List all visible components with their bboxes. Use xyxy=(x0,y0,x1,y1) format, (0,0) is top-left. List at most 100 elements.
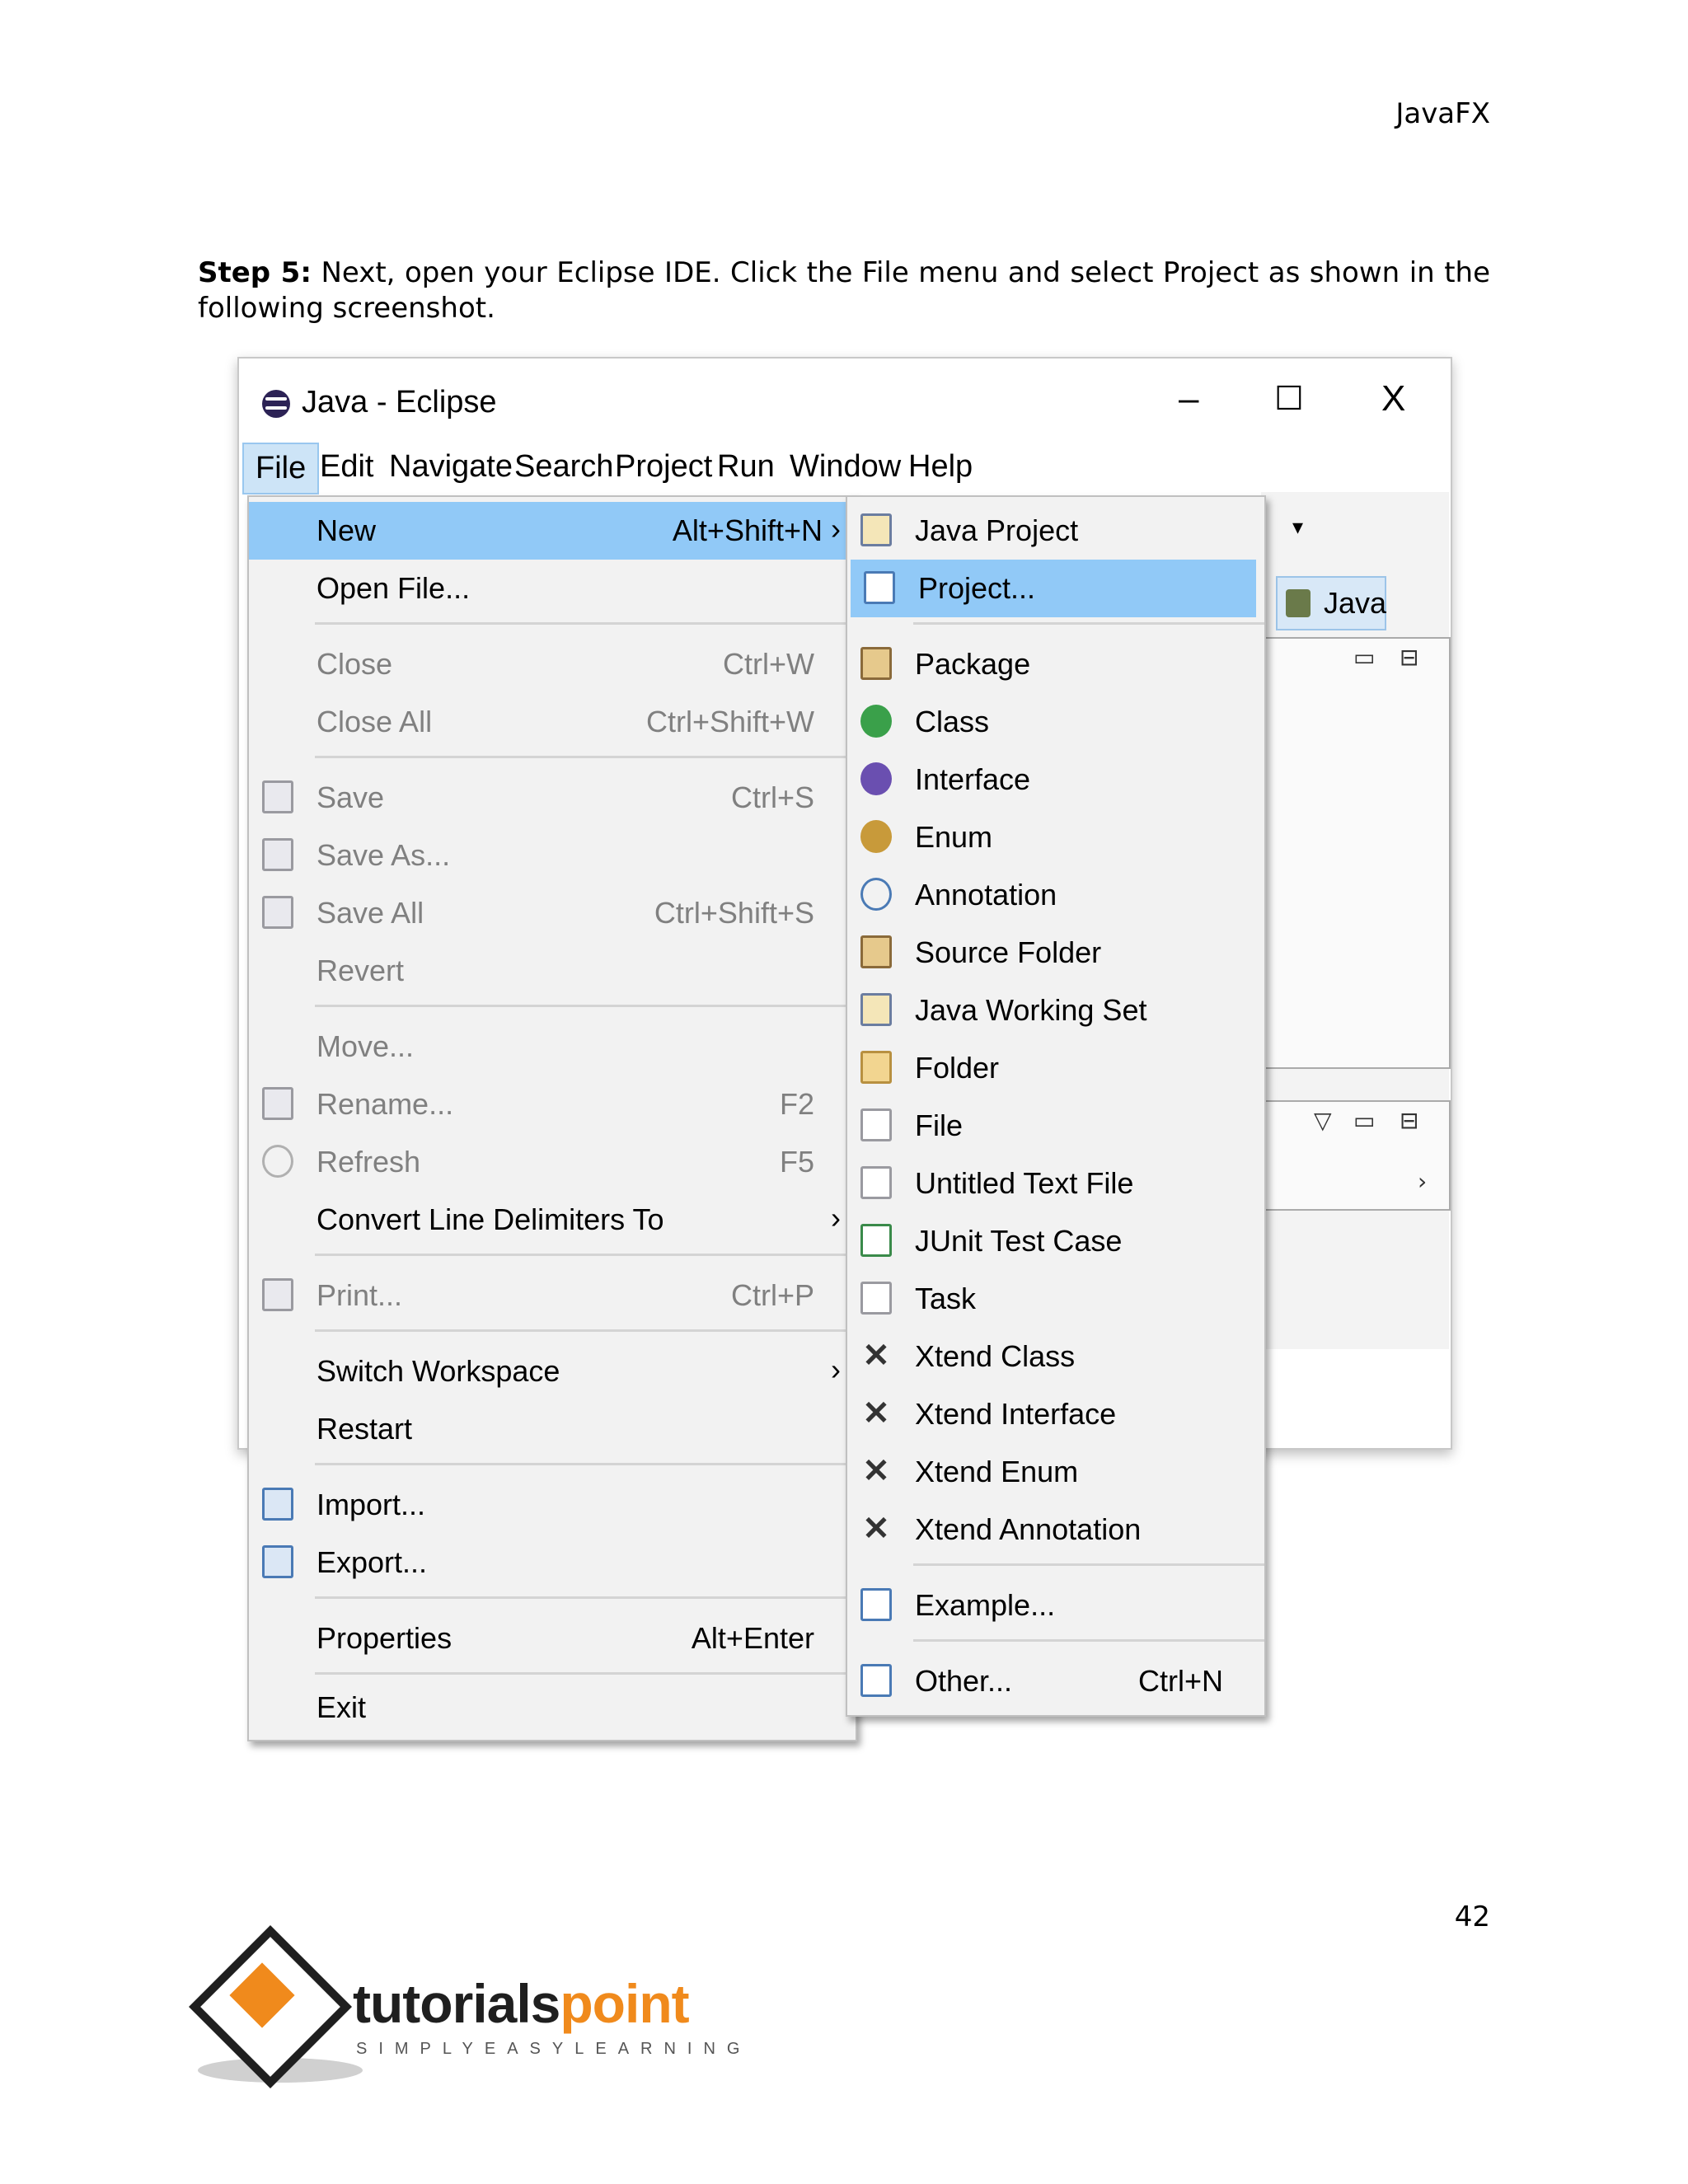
menu-bar: File Edit Navigate Search Project Run Wi… xyxy=(239,441,1451,494)
submenu-item-source-folder[interactable]: Source Folder xyxy=(847,924,1264,982)
menu-separator xyxy=(913,622,1264,625)
submenu-item-xtend-class[interactable]: ✕ Xtend Class xyxy=(847,1328,1264,1385)
view-menu-icon[interactable]: ▽ xyxy=(1314,1107,1332,1134)
menu-run[interactable]: Run xyxy=(717,449,775,485)
menu-item-label: Source Folder xyxy=(915,935,1102,969)
java-project-icon xyxy=(860,513,892,546)
xtend-icon: ✕ xyxy=(862,1453,890,1489)
maximize-button[interactable]: ☐ xyxy=(1274,378,1304,419)
close-button[interactable]: X xyxy=(1381,378,1405,419)
enum-icon xyxy=(860,820,892,853)
submenu-item-file[interactable]: File xyxy=(847,1097,1264,1155)
menu-help[interactable]: Help xyxy=(908,449,973,485)
menu-item-open-file[interactable]: Open File... xyxy=(249,560,856,617)
menu-navigate[interactable]: Navigate xyxy=(389,449,513,485)
menu-item-import[interactable]: Import... xyxy=(249,1476,856,1534)
menu-file[interactable]: File xyxy=(242,443,320,494)
menu-item-new[interactable]: New Alt+Shift+N › xyxy=(249,502,856,560)
menu-item-switch-workspace[interactable]: Switch Workspace › xyxy=(249,1343,856,1400)
submenu-item-xtend-interface[interactable]: ✕ Xtend Interface xyxy=(847,1385,1264,1443)
menu-separator xyxy=(315,756,856,758)
menu-item-label: Interface xyxy=(915,762,1031,796)
menu-separator xyxy=(913,1563,1264,1566)
menu-item-close-all[interactable]: Close All Ctrl+Shift+W xyxy=(249,693,856,751)
submenu-item-folder[interactable]: Folder xyxy=(847,1039,1264,1097)
menu-item-print[interactable]: Print... Ctrl+P xyxy=(249,1267,856,1324)
menu-separator xyxy=(315,1005,856,1007)
view-panel-top: ▭ ⊟ xyxy=(1261,637,1451,1069)
minimize-view-icon[interactable]: ▭ xyxy=(1353,644,1375,671)
maximize-view-icon[interactable]: ⊟ xyxy=(1400,1107,1418,1134)
menu-item-refresh[interactable]: Refresh F5 xyxy=(249,1133,856,1191)
menu-item-rename[interactable]: Rename... F2 xyxy=(249,1076,856,1133)
minimize-button[interactable]: – xyxy=(1179,378,1198,419)
submenu-item-class[interactable]: Class xyxy=(847,693,1264,751)
xtend-icon: ✕ xyxy=(862,1511,890,1547)
menu-item-export[interactable]: Export... xyxy=(249,1534,856,1591)
menu-item-label: Xtend Annotation xyxy=(915,1512,1142,1546)
menu-edit[interactable]: Edit xyxy=(320,449,373,485)
toolbar-dropdown-icon[interactable]: ▾ xyxy=(1292,515,1303,540)
xtend-icon: ✕ xyxy=(862,1395,890,1432)
menu-item-label: Switch Workspace xyxy=(316,1354,560,1388)
submenu-item-annotation[interactable]: Annotation xyxy=(847,866,1264,924)
refresh-icon xyxy=(262,1145,293,1178)
menu-item-properties[interactable]: Properties Alt+Enter xyxy=(249,1610,856,1667)
menu-item-label: Restart xyxy=(316,1412,413,1446)
menu-item-label: Convert Line Delimiters To xyxy=(316,1202,664,1236)
menu-separator xyxy=(315,622,856,625)
submenu-item-enum[interactable]: Enum xyxy=(847,808,1264,866)
submenu-item-project[interactable]: Project... xyxy=(851,560,1256,617)
menu-item-label: Save All xyxy=(316,896,424,930)
menu-item-restart[interactable]: Restart xyxy=(249,1400,856,1458)
menu-separator xyxy=(315,1672,856,1675)
menu-item-label: Move... xyxy=(316,1029,415,1063)
menu-item-label: Close xyxy=(316,647,393,681)
menu-item-save-as[interactable]: Save As... xyxy=(249,827,856,884)
menu-item-convert-line-delimiters[interactable]: Convert Line Delimiters To › xyxy=(249,1191,856,1249)
package-icon xyxy=(860,647,892,680)
submenu-item-xtend-enum[interactable]: ✕ Xtend Enum xyxy=(847,1443,1264,1501)
maximize-view-icon[interactable]: ⊟ xyxy=(1400,644,1418,671)
menu-item-shortcut: Ctrl+P xyxy=(730,1278,814,1312)
save-icon xyxy=(262,780,293,813)
menu-item-label: Export... xyxy=(316,1545,428,1579)
menu-item-label: Exit xyxy=(316,1690,367,1724)
submenu-item-example[interactable]: Example... xyxy=(847,1577,1264,1634)
minimize-view-icon[interactable]: ▭ xyxy=(1353,1107,1375,1134)
submenu-item-xtend-annotation[interactable]: ✕ Xtend Annotation xyxy=(847,1501,1264,1558)
menu-item-move[interactable]: Move... xyxy=(249,1018,856,1076)
menu-item-label: Properties xyxy=(316,1621,452,1655)
save-all-icon xyxy=(262,896,293,929)
submenu-item-interface[interactable]: Interface xyxy=(847,751,1264,808)
submenu-item-java-working-set[interactable]: Java Working Set xyxy=(847,982,1264,1039)
menu-project[interactable]: Project xyxy=(615,449,712,485)
menu-item-revert[interactable]: Revert xyxy=(249,942,856,1000)
logo-wordmark: tutorialspoint xyxy=(353,1972,690,2035)
xtend-icon: ✕ xyxy=(862,1338,890,1374)
menu-item-exit[interactable]: Exit xyxy=(249,1679,856,1736)
submenu-item-junit-test-case[interactable]: JUnit Test Case xyxy=(847,1212,1264,1270)
chevron-right-icon[interactable]: › xyxy=(1418,1168,1427,1195)
submenu-item-other[interactable]: Other... Ctrl+N xyxy=(847,1652,1264,1710)
menu-item-shortcut: Ctrl+W xyxy=(723,647,814,681)
class-icon xyxy=(860,705,892,738)
menu-search[interactable]: Search xyxy=(514,449,613,485)
menu-item-label: Print... xyxy=(316,1278,403,1312)
menu-item-save-all[interactable]: Save All Ctrl+Shift+S xyxy=(249,884,856,942)
java-perspective-button[interactable]: Java xyxy=(1276,576,1386,630)
submenu-item-java-project[interactable]: Java Project xyxy=(847,502,1264,560)
submenu-item-task[interactable]: Task xyxy=(847,1270,1264,1328)
menu-item-label: Xtend Interface xyxy=(915,1397,1117,1431)
menu-item-label: File xyxy=(915,1108,964,1142)
menu-item-save[interactable]: Save Ctrl+S xyxy=(249,769,856,827)
eclipse-icon xyxy=(262,390,290,418)
menu-item-label: Revert xyxy=(316,954,405,987)
source-folder-icon xyxy=(860,935,892,968)
submenu-arrow-icon: › xyxy=(831,1201,841,1235)
submenu-item-untitled-text-file[interactable]: Untitled Text File xyxy=(847,1155,1264,1212)
menu-separator xyxy=(315,1329,856,1332)
menu-item-close[interactable]: Close Ctrl+W xyxy=(249,635,856,693)
submenu-item-package[interactable]: Package xyxy=(847,635,1264,693)
menu-window[interactable]: Window xyxy=(790,449,901,485)
